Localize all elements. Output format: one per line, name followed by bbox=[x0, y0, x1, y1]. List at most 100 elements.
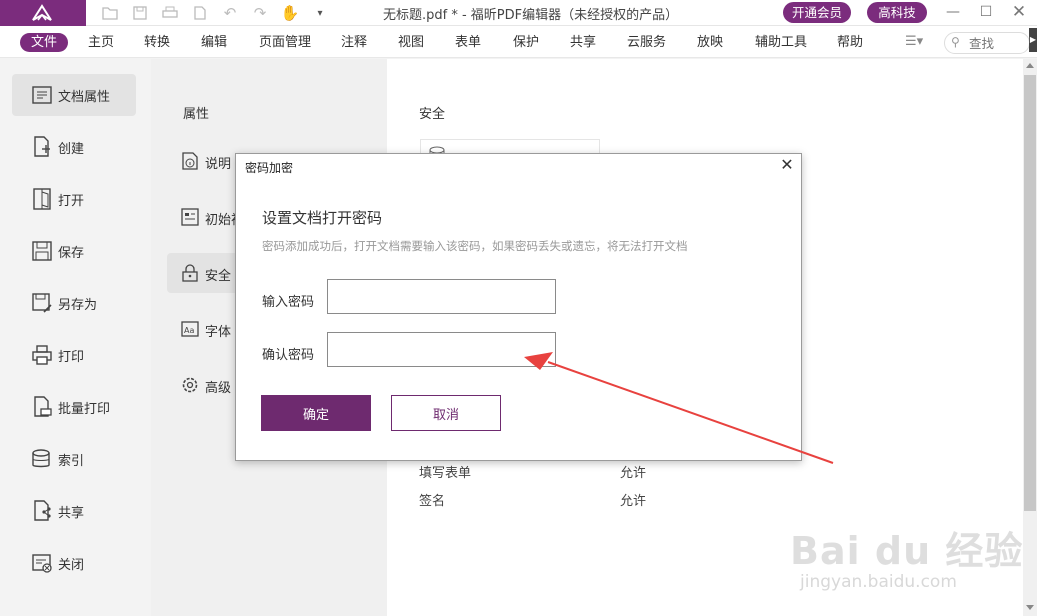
window-title: 无标题.pdf * - 福昕PDF编辑器（未经授权的产品） bbox=[383, 8, 679, 23]
save-quick-icon[interactable] bbox=[130, 3, 150, 23]
settings-icon bbox=[182, 377, 198, 393]
sidebar-item-label: 打开 bbox=[58, 194, 85, 209]
tab-protect[interactable]: 保护 bbox=[513, 33, 539, 52]
watermark-url: jingyan.baidu.com bbox=[800, 572, 957, 592]
user-account-button[interactable]: 高科技 bbox=[867, 2, 927, 23]
sidebar-item-label: 打印 bbox=[58, 350, 85, 365]
sidebar-item-save-as[interactable]: 另存为 bbox=[12, 282, 136, 324]
sidebar-item-create[interactable]: 创建 bbox=[12, 126, 136, 168]
sidebar-item-document-properties[interactable]: 文档属性 bbox=[12, 74, 136, 116]
create-document-icon bbox=[34, 136, 50, 157]
sidebar-item-label: 批量打印 bbox=[58, 402, 111, 417]
password-label: 输入密码 bbox=[262, 295, 315, 310]
font-icon: Aa bbox=[181, 321, 199, 337]
customize-toolbar-icon[interactable]: ▾ bbox=[310, 3, 330, 23]
view-options-icon[interactable]: ☰▾ bbox=[905, 34, 923, 49]
sidebar-item-index[interactable]: 索引 bbox=[12, 438, 136, 480]
sidebar-item-open[interactable]: 打开 bbox=[12, 178, 136, 220]
properties-item-label: 安全 bbox=[205, 269, 232, 284]
ok-button[interactable]: 确定 bbox=[261, 395, 371, 431]
ribbon-tabs: 文件 主页 转换 编辑 页面管理 注释 视图 表单 保护 共享 云服务 放映 辅… bbox=[0, 26, 1037, 58]
sidebar-item-label: 文档属性 bbox=[58, 90, 111, 105]
properties-item-label: 说明 bbox=[205, 157, 232, 172]
new-page-icon[interactable] bbox=[190, 3, 210, 23]
tab-page-management[interactable]: 页面管理 bbox=[259, 33, 311, 52]
print-quick-icon[interactable] bbox=[160, 3, 180, 23]
tab-accessibility-tools[interactable]: 辅助工具 bbox=[755, 33, 807, 52]
hand-tool-icon[interactable]: ✋ bbox=[280, 3, 300, 23]
sidebar-item-label: 关闭 bbox=[58, 558, 85, 573]
password-encryption-dialog: 密码加密 ✕ 设置文档打开密码 密码添加成功后，打开文档需要输入该密码，如果密码… bbox=[235, 153, 802, 461]
title-bar: ↶ ↷ ✋ ▾ 无标题.pdf * - 福昕PDF编辑器（未经授权的产品） 开通… bbox=[0, 0, 1037, 26]
sidebar-item-label: 共享 bbox=[58, 506, 85, 521]
lock-icon bbox=[182, 264, 198, 282]
sidebar-item-close[interactable]: 关闭 bbox=[12, 542, 136, 584]
permission-name: 填写表单 bbox=[419, 466, 472, 481]
save-as-icon bbox=[32, 293, 52, 313]
watermark-logo: Bai du 经验 bbox=[790, 529, 1024, 573]
print-icon bbox=[32, 345, 52, 365]
search-input[interactable] bbox=[969, 35, 1025, 51]
sidebar-item-label: 保存 bbox=[58, 246, 85, 261]
tab-comment[interactable]: 注释 bbox=[341, 33, 367, 52]
scroll-up-icon[interactable] bbox=[1026, 63, 1034, 68]
redo-icon[interactable]: ↷ bbox=[250, 3, 270, 23]
tab-convert[interactable]: 转换 bbox=[144, 33, 170, 52]
ribbon-expand-icon[interactable]: ▶ bbox=[1029, 28, 1037, 52]
dialog-description: 密码添加成功后，打开文档需要输入该密码，如果密码丢失或遗忘，将无法打开文档 bbox=[262, 239, 688, 253]
sidebar-item-label: 索引 bbox=[58, 454, 85, 469]
permission-value: 允许 bbox=[620, 494, 647, 509]
password-field[interactable] bbox=[327, 279, 556, 314]
tab-cloud-service[interactable]: 云服务 bbox=[627, 33, 666, 52]
search-icon: ⚲ bbox=[951, 35, 960, 49]
dialog-heading: 设置文档打开密码 bbox=[262, 209, 383, 227]
close-window-icon[interactable]: ✕ bbox=[1007, 1, 1031, 23]
cancel-button[interactable]: 取消 bbox=[391, 395, 501, 431]
maximize-icon[interactable]: ☐ bbox=[974, 1, 998, 23]
close-document-icon bbox=[32, 554, 52, 573]
initial-view-icon bbox=[181, 208, 199, 226]
scroll-thumb[interactable] bbox=[1024, 75, 1036, 511]
sidebar-item-save[interactable]: 保存 bbox=[12, 230, 136, 272]
sidebar-item-batch-print[interactable]: 批量打印 bbox=[12, 386, 136, 428]
properties-panel-title: 属性 bbox=[183, 107, 210, 122]
scroll-down-icon[interactable] bbox=[1026, 605, 1034, 610]
save-icon bbox=[32, 241, 52, 261]
confirm-password-field[interactable] bbox=[327, 332, 556, 367]
tab-view[interactable]: 视图 bbox=[398, 33, 424, 52]
tab-form[interactable]: 表单 bbox=[455, 33, 481, 52]
sidebar-item-label: 创建 bbox=[58, 142, 85, 157]
dialog-close-icon[interactable]: ✕ bbox=[779, 157, 795, 173]
tab-share[interactable]: 共享 bbox=[570, 33, 596, 52]
sidebar-item-share[interactable]: 共享 bbox=[12, 490, 136, 532]
document-properties-icon bbox=[32, 86, 52, 104]
vertical-scrollbar[interactable] bbox=[1023, 59, 1037, 616]
dialog-title: 密码加密 bbox=[245, 161, 294, 175]
file-sidebar: 文档属性 创建 打开 保存 另存为 打印 批量打印 索引 共享 关闭 bbox=[0, 59, 151, 616]
index-icon bbox=[32, 449, 50, 468]
tab-edit[interactable]: 编辑 bbox=[201, 33, 227, 52]
properties-item-label: 高级 bbox=[205, 381, 232, 396]
open-folder-icon[interactable] bbox=[100, 3, 120, 23]
tab-help[interactable]: 帮助 bbox=[837, 33, 863, 52]
app-logo[interactable] bbox=[0, 0, 86, 26]
properties-item-label: 字体 bbox=[205, 325, 232, 340]
svg-text:Aa: Aa bbox=[184, 326, 194, 335]
security-title: 安全 bbox=[419, 107, 446, 122]
batch-print-icon bbox=[34, 396, 52, 417]
undo-icon[interactable]: ↶ bbox=[220, 3, 240, 23]
tab-presentation[interactable]: 放映 bbox=[697, 33, 723, 52]
permission-name: 签名 bbox=[419, 494, 446, 509]
tab-home[interactable]: 主页 bbox=[88, 33, 114, 52]
minimize-icon[interactable]: — bbox=[941, 1, 965, 23]
open-document-icon bbox=[33, 188, 51, 210]
permission-value: 允许 bbox=[620, 466, 647, 481]
sidebar-item-label: 另存为 bbox=[58, 298, 98, 313]
confirm-password-label: 确认密码 bbox=[262, 348, 315, 363]
quick-access-toolbar: ↶ ↷ ✋ ▾ bbox=[100, 3, 330, 23]
tab-file[interactable]: 文件 bbox=[20, 33, 68, 52]
search-box[interactable]: ⚲ bbox=[944, 32, 1030, 54]
info-icon bbox=[182, 152, 198, 170]
vip-button[interactable]: 开通会员 bbox=[783, 2, 851, 23]
sidebar-item-print[interactable]: 打印 bbox=[12, 334, 136, 376]
